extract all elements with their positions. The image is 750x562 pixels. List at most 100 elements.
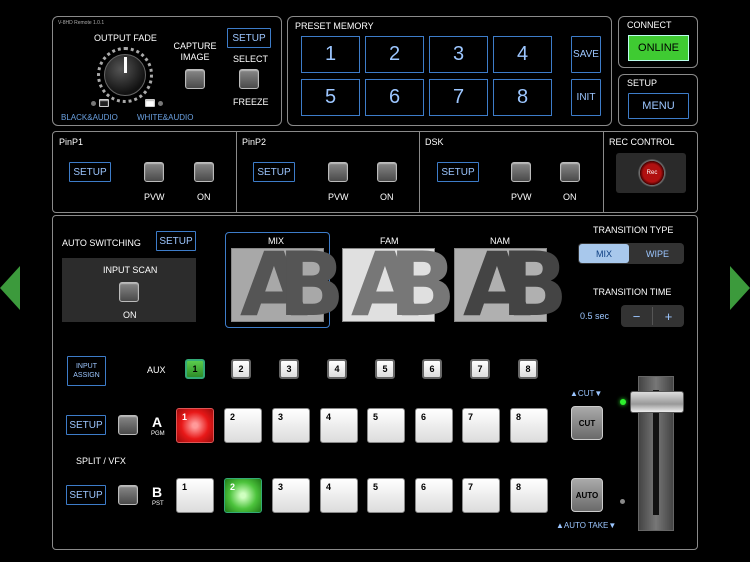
preset-memory-title: PRESET MEMORY: [295, 21, 374, 31]
capture-image-button[interactable]: [185, 69, 205, 89]
bus-a-setup-button[interactable]: SETUP: [66, 415, 106, 435]
mix-thumbnail: AB: [231, 241, 345, 329]
output-fade-knob[interactable]: [97, 47, 153, 103]
tbar-handle[interactable]: [630, 391, 684, 413]
pinp1-on-button[interactable]: [194, 162, 214, 182]
rec-control-title: REC CONTROL: [609, 137, 675, 147]
dsk-setup-button[interactable]: SETUP: [437, 162, 479, 182]
output-fade-panel: V-8HD Remote 1.0.1 OUTPUT FADE BLACK&AUD…: [52, 16, 282, 126]
bus-b-7-button[interactable]: 7: [462, 478, 500, 513]
preset-init-button[interactable]: INIT: [571, 79, 601, 116]
bus-a-6-button[interactable]: 6: [415, 408, 453, 443]
bus-b-4-button[interactable]: 4: [320, 478, 358, 513]
bus-b-setup-button[interactable]: SETUP: [66, 485, 106, 505]
preset-6-button[interactable]: 6: [365, 79, 424, 116]
bus-a-letter: A: [152, 414, 163, 430]
bus-a-1-button[interactable]: 1: [176, 408, 214, 443]
bus-a-2-button[interactable]: 2: [224, 408, 262, 443]
fade-black-button[interactable]: [99, 99, 109, 107]
bus-a-5-button[interactable]: 5: [367, 408, 405, 443]
divider: [603, 132, 604, 212]
dsk-on-label: ON: [563, 192, 577, 202]
aux-3-button[interactable]: 3: [279, 359, 299, 379]
preset-5-button[interactable]: 5: [301, 79, 360, 116]
bus-a-8-button[interactable]: 8: [510, 408, 548, 443]
pinp2-pvw-button[interactable]: [328, 162, 348, 182]
type-mix-button[interactable]: MIX: [579, 244, 629, 263]
freeze-button[interactable]: [239, 69, 259, 89]
aux-8-button[interactable]: 8: [518, 359, 538, 379]
fade-white-led: [158, 101, 163, 106]
bus-b-6-button[interactable]: 6: [415, 478, 453, 513]
auto-switching-setup-button[interactable]: SETUP: [156, 231, 196, 251]
input-scan-button[interactable]: [119, 282, 139, 302]
preset-4-button[interactable]: 4: [493, 36, 552, 73]
bus-b-5-button[interactable]: 5: [367, 478, 405, 513]
fade-black-led: [91, 101, 96, 106]
bus-b-8-button[interactable]: 8: [510, 478, 548, 513]
preset-3-button[interactable]: 3: [429, 36, 488, 73]
auto-button[interactable]: AUTO: [571, 478, 603, 512]
preset-7-button[interactable]: 7: [429, 79, 488, 116]
pinp2-title: PinP2: [242, 137, 267, 147]
aux-7-button[interactable]: 7: [470, 359, 490, 379]
input-scan-on-label: ON: [123, 310, 137, 320]
input-assign-button[interactable]: INPUT ASSIGN: [67, 356, 106, 386]
capture-setup-button[interactable]: SETUP: [227, 28, 271, 48]
black-audio-label: BLACK&AUDIO: [61, 113, 118, 122]
pinp2-pvw-label: PVW: [328, 192, 349, 202]
aux-2-button[interactable]: 2: [231, 359, 251, 379]
bus-b-option-button[interactable]: [118, 485, 138, 505]
fade-white-button[interactable]: [145, 99, 155, 107]
aux-label: AUX: [147, 365, 166, 375]
bus-a-7-button[interactable]: 7: [462, 408, 500, 443]
cut-top-label: ▲CUT▼: [570, 389, 603, 398]
aux-6-button[interactable]: 6: [422, 359, 442, 379]
preset-1-button[interactable]: 1: [301, 36, 360, 73]
dsk-pvw-button[interactable]: [511, 162, 531, 182]
dsk-title: DSK: [425, 137, 444, 147]
cut-button[interactable]: CUT: [571, 406, 603, 440]
aux-4-button[interactable]: 4: [327, 359, 347, 379]
online-button[interactable]: ONLINE: [628, 35, 689, 61]
input-scan-label: INPUT SCAN: [103, 265, 158, 275]
pinp2-on-button[interactable]: [377, 162, 397, 182]
preset-2-button[interactable]: 2: [365, 36, 424, 73]
time-plus-button[interactable]: +: [653, 305, 684, 327]
bus-a-sub: PGM: [151, 431, 165, 437]
type-wipe-button[interactable]: WIPE: [632, 244, 683, 263]
transition-time-value: 0.5 sec: [580, 311, 610, 321]
pinp1-setup-button[interactable]: SETUP: [69, 162, 111, 182]
bus-b-2-button[interactable]: 2: [224, 478, 262, 513]
fam-transition-thumbnail[interactable]: AB: [342, 241, 456, 329]
connect-title: CONNECT: [627, 20, 672, 30]
time-minus-button[interactable]: −: [621, 305, 652, 327]
next-page-arrow-icon[interactable]: [730, 266, 750, 310]
bus-b-3-button[interactable]: 3: [272, 478, 310, 513]
divider: [236, 132, 237, 212]
preset-save-button[interactable]: SAVE: [571, 36, 601, 73]
nam-transition-thumbnail[interactable]: AB: [454, 241, 568, 329]
setup-menu-panel: SETUP MENU: [618, 74, 698, 126]
preset-8-button[interactable]: 8: [493, 79, 552, 116]
pinp2-setup-button[interactable]: SETUP: [253, 162, 295, 182]
aux-5-button[interactable]: 5: [375, 359, 395, 379]
bus-a-option-button[interactable]: [118, 415, 138, 435]
aux-1-button[interactable]: 1: [185, 359, 205, 379]
bus-a-3-button[interactable]: 3: [272, 408, 310, 443]
pinp1-pvw-button[interactable]: [144, 162, 164, 182]
dsk-on-button[interactable]: [560, 162, 580, 182]
bus-b-sub: PST: [152, 501, 164, 507]
rec-button[interactable]: Rec: [638, 159, 666, 187]
output-fade-title: OUTPUT FADE: [94, 33, 157, 43]
tbar-led-top: [620, 399, 626, 405]
tbar-led-bottom: [620, 499, 625, 504]
bus-a-4-button[interactable]: 4: [320, 408, 358, 443]
transition-type-title: TRANSITION TYPE: [593, 225, 674, 235]
prev-page-arrow-icon[interactable]: [0, 266, 20, 310]
menu-button[interactable]: MENU: [628, 93, 689, 119]
bus-b-1-button[interactable]: 1: [176, 478, 214, 513]
transition-time-title: TRANSITION TIME: [593, 287, 672, 297]
auto-take-label: ▲AUTO TAKE▼: [556, 521, 617, 530]
app-version: V-8HD Remote 1.0.1: [58, 20, 105, 26]
